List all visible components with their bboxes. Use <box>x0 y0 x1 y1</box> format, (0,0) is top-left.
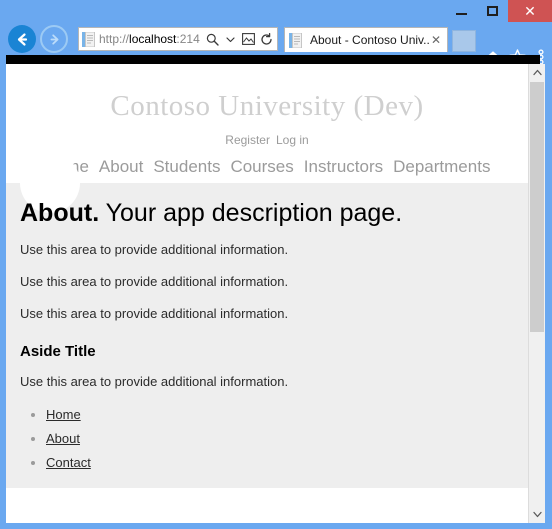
page-favicon <box>82 31 95 47</box>
forward-button[interactable] <box>40 25 68 53</box>
tab-close-icon[interactable]: ✕ <box>429 33 443 47</box>
nav-item-courses[interactable]: Courses <box>230 157 293 176</box>
page-title: About. Your app description page. <box>20 199 514 228</box>
nav-item-departments[interactable]: Departments <box>393 157 490 176</box>
page-title-bold: About. <box>20 199 100 227</box>
window-bottom-edge <box>6 523 545 529</box>
tab-title: About - Contoso Univ... <box>310 33 429 47</box>
scroll-up-icon[interactable] <box>529 64 545 81</box>
url-scheme: http:// <box>99 32 130 46</box>
list-item: Home <box>46 406 514 424</box>
title-bar: ✕ <box>0 0 552 22</box>
site-brand[interactable]: Contoso University (Dev) <box>6 90 528 123</box>
url-text[interactable]: http://localhost:214 <box>99 32 205 46</box>
back-arrow-icon <box>17 32 27 46</box>
close-button[interactable]: ✕ <box>508 0 552 22</box>
url-port: :214 <box>176 32 200 46</box>
nav-item-students[interactable]: Students <box>153 157 220 176</box>
back-button[interactable] <box>8 25 36 53</box>
aside-link-contact[interactable]: Contact <box>46 455 91 470</box>
chevron-down-icon[interactable] <box>223 31 238 47</box>
minimize-icon <box>455 13 467 15</box>
aside-link-list: Home About Contact <box>46 406 514 472</box>
browser-toolbar: http://localhost:214 About - Contoso Uni… <box>0 22 552 65</box>
scroll-down-icon[interactable] <box>529 506 545 523</box>
address-bar[interactable]: http://localhost:214 <box>78 27 278 51</box>
login-link[interactable]: Log in <box>276 133 309 147</box>
url-host: localhost <box>129 32 177 46</box>
window-controls: ✕ <box>446 0 552 22</box>
main-navigation: HomeAboutStudentsCoursesInstructorsDepar… <box>6 157 528 183</box>
aside-paragraph: Use this area to provide additional info… <box>20 374 289 389</box>
site-header: Contoso University (Dev) Register Log in … <box>6 64 528 183</box>
minimize-button[interactable] <box>446 0 476 22</box>
page-viewport: Contoso University (Dev) Register Log in … <box>6 64 528 523</box>
aside-title: Aside Title <box>20 343 96 360</box>
maximize-icon <box>486 6 498 16</box>
list-item: Contact <box>46 454 514 472</box>
refresh-icon[interactable] <box>259 31 274 47</box>
info-paragraph-1: Use this area to provide additional info… <box>20 242 289 257</box>
browser-window: ✕ http://localhost:214 About - Contoso U… <box>0 0 552 529</box>
nav-item-instructors[interactable]: Instructors <box>304 157 383 176</box>
viewport-top-bar <box>6 55 540 64</box>
content-body: About. Your app description page. Use th… <box>6 183 528 472</box>
compatibility-view-icon[interactable] <box>241 31 256 47</box>
nav-item-about[interactable]: About <box>99 157 143 176</box>
maximize-button[interactable] <box>476 0 508 22</box>
info-paragraph-2: Use this area to provide additional info… <box>20 274 289 289</box>
aside-link-about[interactable]: About <box>46 431 80 446</box>
vertical-scrollbar[interactable] <box>528 64 545 523</box>
forward-arrow-icon <box>50 33 58 45</box>
register-link[interactable]: Register <box>225 133 270 147</box>
page-content: About. Your app description page. Use th… <box>6 153 528 488</box>
auth-links: Register Log in <box>6 133 528 147</box>
close-icon: ✕ <box>524 3 536 19</box>
new-tab-button[interactable] <box>452 30 476 52</box>
tab-favicon <box>289 32 302 48</box>
browser-tab[interactable]: About - Contoso Univ... ✕ <box>284 27 448 52</box>
aside-link-home[interactable]: Home <box>46 407 81 422</box>
address-bar-icons <box>205 31 274 47</box>
page-title-rest: Your app description page. <box>105 199 403 227</box>
scrollbar-thumb[interactable] <box>530 82 544 332</box>
list-item: About <box>46 430 514 448</box>
info-paragraph-3: Use this area to provide additional info… <box>20 306 289 321</box>
search-icon[interactable] <box>205 31 220 47</box>
